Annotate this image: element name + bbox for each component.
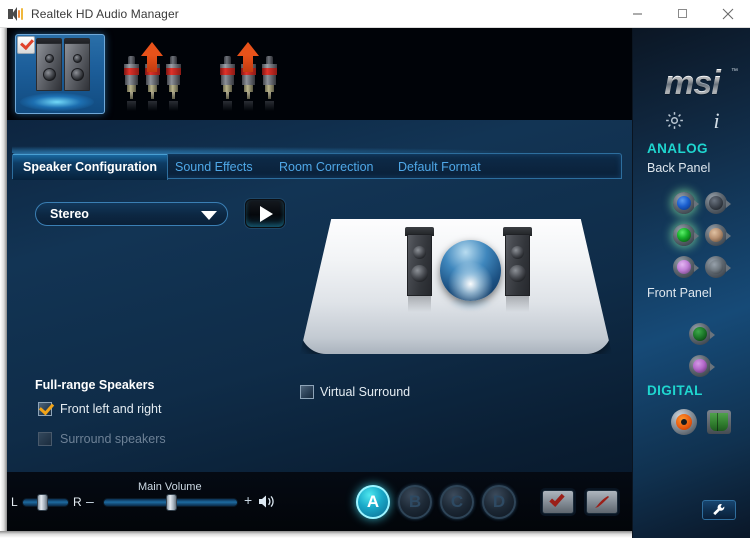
balance-right-label: R <box>73 495 82 509</box>
tab-sound-effects[interactable]: Sound Effects <box>175 154 253 180</box>
tab-strip-glow <box>12 145 622 153</box>
side-out-jack-gray[interactable] <box>705 256 731 278</box>
balance-left-label: L <box>11 495 18 509</box>
digital-section-title: DIGITAL <box>647 383 703 398</box>
front-panel-jacks-tab[interactable] <box>205 34 299 114</box>
check-icon <box>549 491 565 507</box>
optical-spdif-connector[interactable] <box>707 410 731 434</box>
profile-button-c[interactable]: C <box>440 485 474 519</box>
info-icon[interactable]: i <box>713 110 719 136</box>
pin-profile-button[interactable] <box>586 490 618 514</box>
speaker-configuration-value: Stereo <box>50 207 89 221</box>
tab-label: Room Correction <box>279 160 374 174</box>
volume-speaker-icon[interactable] <box>258 494 276 514</box>
front-panel-label: Front Panel <box>647 286 712 300</box>
front-left-right-label: Front left and right <box>60 402 162 416</box>
coaxial-spdif-connector[interactable] <box>671 409 697 435</box>
full-range-speakers-title: Full-range Speakers <box>35 378 155 392</box>
device-sidebar: msi ™ i ANALOG Back Panel Front Panel DI… <box>632 28 750 538</box>
profile-label: A <box>366 492 380 511</box>
title-bar: Realtek HD Audio Manager <box>0 0 750 28</box>
volume-decrease-label[interactable]: – <box>86 493 94 509</box>
sidebar-icon-row: i <box>633 110 750 136</box>
profile-button-b[interactable]: B <box>398 485 432 519</box>
tab-room-correction[interactable]: Room Correction <box>279 154 373 180</box>
realtek-hd-audio-manager-window: Realtek HD Audio Manager Speaker Configu… <box>0 0 750 538</box>
realtek-speaker-icon <box>8 6 24 22</box>
profile-label: D <box>492 492 506 511</box>
back-panel-label: Back Panel <box>647 161 711 175</box>
speaker-configuration-stage: Stereo Virtual Surround Full-range Speak… <box>7 179 632 469</box>
close-button[interactable] <box>705 0 750 28</box>
center-sub-jack-tan[interactable] <box>705 224 731 246</box>
listener-position-sphere <box>440 240 501 301</box>
app-body: Speaker Configuration Sound Effects Room… <box>0 28 750 538</box>
profile-button-d[interactable]: D <box>482 485 516 519</box>
surround-speakers-checkbox[interactable] <box>38 432 52 446</box>
speakers-device-tab[interactable] <box>15 34 105 114</box>
bottom-control-bar: L R Main Volume – + A B C D <box>7 472 632 531</box>
front-mic-jack-pink[interactable] <box>689 355 715 377</box>
speakers-default-check-icon <box>17 36 35 54</box>
tab-default-format[interactable]: Default Format <box>398 154 481 180</box>
device-advanced-settings-button[interactable] <box>702 500 736 520</box>
profile-label: C <box>450 492 464 511</box>
tab-bar: Speaker Configuration Sound Effects Room… <box>12 153 622 180</box>
tab-label: Speaker Configuration <box>23 160 158 174</box>
apply-check-button[interactable] <box>542 490 574 514</box>
play-test-tone-button[interactable] <box>245 199 285 228</box>
main-volume-slider-knob[interactable] <box>166 494 177 511</box>
profile-button-a[interactable]: A <box>356 485 390 519</box>
line-out-jack-green[interactable] <box>673 224 699 246</box>
analog-section-title: ANALOG <box>647 141 708 156</box>
main-panel: Speaker Configuration Sound Effects Room… <box>7 120 632 531</box>
minimize-button[interactable] <box>615 0 660 28</box>
surround-speakers-label: Surround speakers <box>60 432 166 446</box>
balance-slider-knob[interactable] <box>37 494 48 511</box>
maximize-button[interactable] <box>660 0 705 28</box>
front-left-right-checkbox[interactable] <box>38 402 52 416</box>
line-in-jack-blue[interactable] <box>673 192 699 214</box>
trademark-mark: ™ <box>731 68 738 75</box>
main-volume-label: Main Volume <box>138 481 202 493</box>
window-controls <box>615 0 750 28</box>
front-headphone-jack-green[interactable] <box>689 323 715 345</box>
tab-label: Sound Effects <box>175 160 253 174</box>
gear-icon[interactable] <box>664 110 685 136</box>
tab-label: Default Format <box>398 160 481 174</box>
device-strip <box>7 28 632 120</box>
mic-in-jack-pink[interactable] <box>673 256 699 278</box>
speakers-tab-glow <box>20 93 94 111</box>
back-panel-jacks-tab[interactable] <box>109 34 203 114</box>
pin-icon <box>595 496 609 508</box>
window-title: Realtek HD Audio Manager <box>31 6 179 21</box>
window-left-edge <box>0 28 7 538</box>
volume-increase-label[interactable]: + <box>244 492 252 508</box>
wrench-icon <box>713 503 725 516</box>
virtual-surround-label: Virtual Surround <box>320 385 411 399</box>
chevron-down-icon <box>201 211 217 220</box>
rear-out-jack-gray[interactable] <box>705 192 731 214</box>
tab-speaker-configuration[interactable]: Speaker Configuration <box>13 154 169 180</box>
speaker-configuration-dropdown[interactable]: Stereo <box>35 202 228 226</box>
virtual-surround-checkbox[interactable] <box>300 385 314 399</box>
play-icon <box>260 205 273 222</box>
profile-label: B <box>408 492 422 511</box>
